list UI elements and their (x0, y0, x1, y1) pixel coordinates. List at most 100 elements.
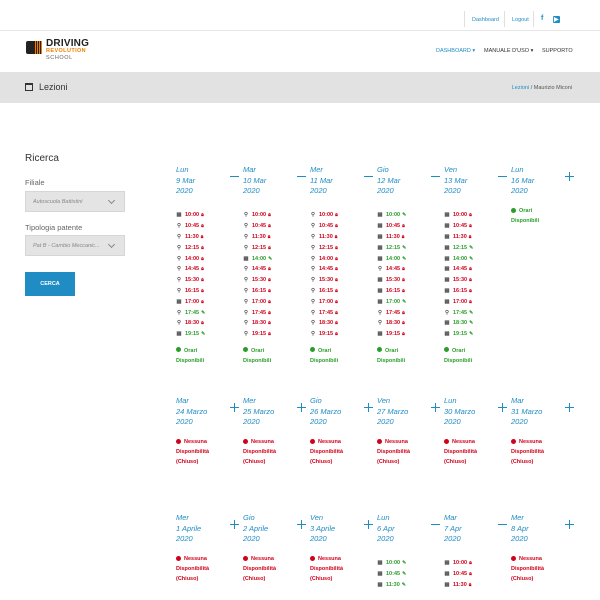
time-slot[interactable]: ⚲ 16:15 🔒︎ (176, 286, 242, 297)
plus-icon[interactable] (364, 403, 373, 412)
minus-icon[interactable] (364, 172, 373, 181)
filiale-select[interactable]: Autoscuola Battistini (25, 191, 125, 212)
time-slot[interactable]: ▦ 10:00 🔒︎ (444, 558, 510, 569)
day-header: Mar 31 Marzo 2020 (511, 396, 577, 434)
time-slot[interactable]: ▦ 15:30 🔒︎ (377, 275, 443, 286)
time-slot[interactable]: ▦ 10:00 ✎ (377, 210, 443, 221)
time-slot[interactable]: ⚲ 10:00 🔒︎ (310, 210, 376, 221)
time-slot[interactable]: ▦ 19:15 🔒︎ (377, 329, 443, 340)
time-slot[interactable]: ⚲ 19:15 🔒︎ (243, 329, 309, 340)
time-slot[interactable]: ▦ 18:30 ✎ (444, 318, 510, 329)
time-slot[interactable]: ▦ 14:00 ✎ (243, 253, 309, 264)
time-slot[interactable]: ▦ 11:30 🔒︎ (377, 232, 443, 243)
time-slot[interactable]: ▦ 11:30 🔒︎ (444, 580, 510, 591)
time-slot[interactable]: ▦ 10:00 🔒︎ (444, 210, 510, 221)
logout-link[interactable]: Logout (512, 17, 529, 23)
time-slot[interactable]: ▦ 10:00 🔒︎ (176, 210, 242, 221)
youtube-icon[interactable]: ▶ (553, 16, 560, 23)
time-slot[interactable]: ▦ 12:15 ✎ (444, 242, 510, 253)
logo[interactable]: DRIVING REVOLUTION SCHOOL (26, 38, 116, 64)
time-slot[interactable]: ▦ 17:00 ✎ (377, 296, 443, 307)
time-slot[interactable]: ▦ 11:30 🔒︎ (444, 232, 510, 243)
plus-icon[interactable] (565, 172, 574, 181)
time-slot[interactable]: ⚲ 12:15 🔒︎ (310, 242, 376, 253)
calendar-icon: ▦ (444, 560, 450, 567)
plus-icon[interactable] (364, 520, 373, 529)
time-slot[interactable]: ⚲ 14:45 🔒︎ (310, 264, 376, 275)
plus-icon[interactable] (431, 403, 440, 412)
time-slot[interactable]: ⚲ 16:15 🔒︎ (310, 286, 376, 297)
time-slot[interactable]: ⚲ 17:00 🔒︎ (243, 296, 309, 307)
time-slot[interactable]: ▦ 10:45 🔒︎ (377, 221, 443, 232)
time-slot[interactable]: ⚲ 14:00 🔒︎ (310, 253, 376, 264)
time-slot[interactable]: ⚲ 14:45 🔒︎ (176, 264, 242, 275)
time-slot[interactable]: ⚲ 11:30 🔒︎ (176, 232, 242, 243)
plus-icon[interactable] (230, 403, 239, 412)
check-circle-icon (243, 347, 248, 353)
time-slot[interactable]: ⚲ 10:00 🔒︎ (243, 210, 309, 221)
time-slot[interactable]: ▦ 14:45 🔒︎ (444, 264, 510, 275)
minus-icon[interactable] (498, 520, 507, 529)
breadcrumb-lezioni[interactable]: Lezioni (512, 85, 529, 91)
time-slot[interactable]: ⚲ 17:45 ✎ (444, 307, 510, 318)
minus-icon[interactable] (498, 172, 507, 181)
plus-icon[interactable] (565, 403, 574, 412)
plus-icon[interactable] (565, 520, 574, 529)
time-slot[interactable]: ⚲ 18:30 🔒︎ (243, 318, 309, 329)
time-slot[interactable]: ▦ 17:00 🔒︎ (176, 296, 242, 307)
nav-manuale[interactable]: MANUALE D'USO ▾ (484, 48, 533, 54)
patente-select[interactable]: Pat B - Cambio Meccanic... (25, 235, 125, 256)
minus-icon[interactable] (431, 172, 440, 181)
time-slot[interactable]: ▦ 14:00 ✎ (444, 253, 510, 264)
time-slot[interactable]: ▦ 10:00 ✎ (377, 558, 443, 569)
time-slot[interactable]: ⚲ 11:30 🔒︎ (243, 232, 309, 243)
time-slot[interactable]: ⚲ 17:45 ✎ (176, 307, 242, 318)
dashboard-link[interactable]: Dashboard (472, 17, 499, 23)
time-slot[interactable]: ▦ 16:15 🔒︎ (377, 286, 443, 297)
time-slot[interactable]: ▦ 11:30 ✎ (377, 580, 443, 591)
time-slot[interactable]: ⚲ 19:15 🔒︎ (310, 329, 376, 340)
time-slot[interactable]: ⚲ 18:30 🔒︎ (176, 318, 242, 329)
time-slot[interactable]: ▦ 15:30 🔒︎ (444, 275, 510, 286)
plus-icon[interactable] (297, 403, 306, 412)
time-slot[interactable]: ⚲ 15:30 🔒︎ (243, 275, 309, 286)
time-slot[interactable]: ⚲ 14:45 🔒︎ (377, 264, 443, 275)
time-slot[interactable]: ⚲ 12:15 🔒︎ (243, 242, 309, 253)
time-slot[interactable]: ▦ 17:00 🔒︎ (444, 296, 510, 307)
nav-supporto[interactable]: SUPPORTO (542, 48, 573, 54)
time-slot[interactable]: ⚲ 17:45 🔒︎ (377, 307, 443, 318)
time-slot[interactable]: ⚲ 18:30 🔒︎ (310, 318, 376, 329)
time-slot[interactable]: ⚲ 10:45 🔒︎ (243, 221, 309, 232)
time-slot[interactable]: ▦ 19:15 ✎ (444, 329, 510, 340)
time-slot[interactable]: ⚲ 14:45 🔒︎ (243, 264, 309, 275)
time-slot[interactable]: ▦ 10:45 🔒︎ (444, 221, 510, 232)
minus-icon[interactable] (230, 172, 239, 181)
time-slot[interactable]: ⚲ 15:30 🔒︎ (310, 275, 376, 286)
time-slot[interactable]: ⚲ 17:45 🔒︎ (243, 307, 309, 318)
nav-dashboard[interactable]: DASHBOARD ▾ (436, 48, 475, 54)
time-slot[interactable]: ⚲ 16:15 🔒︎ (243, 286, 309, 297)
time-slot[interactable]: ▦ 10:45 🔒︎ (444, 569, 510, 580)
time-slot[interactable]: ▦ 14:00 ✎ (377, 253, 443, 264)
time-slot[interactable]: ⚲ 11:30 🔒︎ (310, 232, 376, 243)
minus-icon[interactable] (431, 520, 440, 529)
time-slot[interactable]: ⚲ 17:00 🔒︎ (310, 296, 376, 307)
time-slot[interactable]: ▦ 10:45 ✎ (377, 569, 443, 580)
time-slot[interactable]: ⚲ 10:45 🔒︎ (176, 221, 242, 232)
day-column: Mer 8 Apr 2020 Nessuna Disponibilità (Chiuso) (511, 513, 577, 584)
time-slot[interactable]: ⚲ 17:45 🔒︎ (310, 307, 376, 318)
time-slot[interactable]: ⚲ 12:15 🔒︎ (176, 242, 242, 253)
time-slot[interactable]: ⚲ 14:00 🔒︎ (176, 253, 242, 264)
facebook-icon[interactable]: f (541, 15, 543, 22)
plus-icon[interactable] (230, 520, 239, 529)
time-slot[interactable]: ▦ 16:15 🔒︎ (444, 286, 510, 297)
plus-icon[interactable] (297, 520, 306, 529)
time-slot[interactable]: ⚲ 15:30 🔒︎ (176, 275, 242, 286)
minus-icon[interactable] (297, 172, 306, 181)
cerca-button[interactable]: CERCA (25, 272, 75, 296)
plus-icon[interactable] (498, 403, 507, 412)
time-slot[interactable]: ▦ 12:15 ✎ (377, 242, 443, 253)
time-slot[interactable]: ⚲ 10:45 🔒︎ (310, 221, 376, 232)
time-slot[interactable]: ▦ 19:15 ✎ (176, 329, 242, 340)
time-slot[interactable]: ⚲ 18:30 🔒︎ (377, 318, 443, 329)
